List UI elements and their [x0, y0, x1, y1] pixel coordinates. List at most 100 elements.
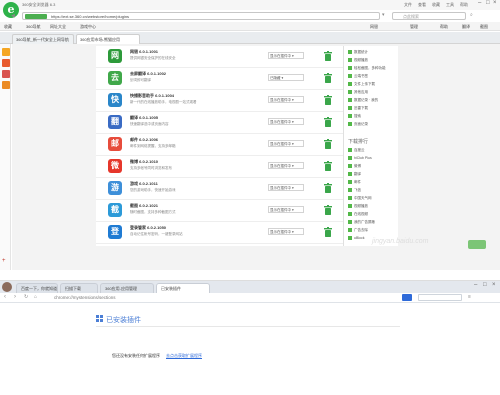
side-section-title: 下载排行 — [348, 139, 369, 145]
tab-360-nav[interactable]: 360导航_新一代安全上网导航 — [12, 34, 74, 44]
side-list-item[interactable]: 搜索 — [348, 114, 361, 120]
bookmark-item[interactable]: 管理 — [410, 24, 418, 30]
menu-file[interactable]: 文件 — [404, 2, 412, 8]
side-rank-item[interactable]: 视频播放 — [348, 204, 368, 210]
maximize-icon[interactable]: □ — [486, 0, 490, 6]
extension-status-select[interactable]: 显示在插件中 ▾ — [268, 184, 304, 191]
extension-status-select[interactable]: 显示在插件中 ▾ — [268, 118, 304, 125]
minimize-icon[interactable]: – — [474, 282, 477, 288]
side-list-item[interactable]: 数据统计 — [348, 50, 368, 56]
bookmark-item[interactable]: 收藏 — [4, 24, 12, 30]
bookmark-item[interactable]: 网址大全 — [50, 24, 66, 30]
side-rank-item[interactable]: 我的广告屏蔽 — [348, 220, 375, 226]
side-rank-item[interactable]: 广告去除 — [348, 228, 368, 234]
side-list-item[interactable]: 轻松截图，多种功能 — [348, 66, 386, 72]
extension-desc: 您的游戏助手，快速开始游戏 — [130, 188, 176, 192]
side-rank-item[interactable]: 翻译 — [348, 172, 361, 178]
side-list-item[interactable]: 云端书签 — [348, 74, 368, 80]
menu-favorites[interactable]: 收藏 — [432, 2, 440, 8]
side-list-item[interactable]: 迅雷下载 — [348, 106, 368, 112]
side-list-item[interactable]: 数据记录 · 我的 — [348, 98, 378, 104]
trash-icon[interactable] — [324, 205, 332, 215]
side-rank-item[interactable]: 百度云 — [348, 148, 365, 154]
menu-tools[interactable]: 工具 — [446, 2, 454, 8]
tab-baidu[interactable]: 百度一下，你就知道 — [16, 283, 58, 293]
side-rank-item[interactable]: hiClub Plus — [348, 156, 372, 162]
extension-status-select[interactable]: 显示在插件中 ▾ — [268, 52, 304, 59]
trash-icon[interactable] — [324, 183, 332, 193]
extension-icon[interactable] — [402, 294, 412, 301]
search-input[interactable] — [418, 294, 462, 301]
left-sidebar: + — [0, 44, 11, 270]
play-icon: 快 — [108, 93, 122, 107]
trash-icon[interactable] — [324, 139, 332, 149]
refresh-icon[interactable]: ▾ — [382, 12, 385, 18]
minimize-icon[interactable]: – — [478, 0, 481, 6]
home-icon[interactable]: ⌂ — [34, 294, 37, 300]
bookmark-item[interactable]: 游戏中心 — [80, 24, 96, 30]
tab-360-app-market[interactable]: 360应用市场-熊猫应用 — [76, 34, 140, 44]
bookmark-item[interactable]: 帮助 — [440, 24, 448, 30]
bookmark-item[interactable]: 网银 — [370, 24, 378, 30]
trash-icon[interactable] — [324, 51, 332, 61]
side-rank-item[interactable]: uBlock — [348, 236, 365, 242]
tab-installed-plugins[interactable]: 已安装插件 — [156, 283, 210, 293]
address-bar-bottom[interactable]: ‹ › ↻ ⌂ chrome://mystensions/sections ≡ — [0, 293, 500, 303]
search-placeholder: 点此搜索 — [403, 14, 419, 19]
add-icon[interactable]: + — [2, 258, 6, 264]
refresh-icon[interactable]: ↻ — [24, 294, 28, 300]
weibo-side-icon[interactable] — [2, 59, 10, 67]
extension-desc: 提供网银安全保护的在线安全 — [130, 56, 176, 60]
extension-status-select[interactable]: 显示在插件中 ▾ — [268, 96, 304, 103]
side-list-item[interactable]: 页面记录 — [348, 122, 368, 128]
side-list-item[interactable]: 视频播放 — [348, 58, 368, 64]
tab-app-manage[interactable]: 360应用-应用管理 — [100, 283, 154, 293]
address-bar[interactable]: https://ext.se.360.cn/webstore/home/plug… — [22, 12, 380, 20]
extension-status-select[interactable]: 显示在插件中 ▾ — [268, 228, 304, 235]
menu-view[interactable]: 查看 — [418, 2, 426, 8]
back-icon[interactable]: ◀ — [11, 13, 15, 19]
avatar[interactable] — [2, 282, 12, 292]
game-side-icon[interactable] — [2, 81, 10, 89]
close-icon[interactable]: × — [493, 0, 497, 6]
side-list-item[interactable]: 其他应用 — [348, 90, 368, 96]
extension-list: 网网银 6.0.1.1001 提供网银安全保护的在线安全 显示在插件中 ▾ 去去屏翻译… — [96, 46, 344, 246]
trash-icon[interactable] — [324, 73, 332, 83]
back-icon[interactable]: ‹ — [4, 294, 6, 300]
window-title: 360安全浏览器 6.3 — [22, 2, 56, 7]
menu-help[interactable]: 帮助 — [460, 2, 468, 8]
forward-icon[interactable]: › — [14, 294, 16, 300]
extension-status-select[interactable]: 显示在插件中 ▾ — [268, 162, 304, 169]
favorites-icon[interactable] — [2, 48, 10, 56]
mail-side-icon[interactable] — [2, 70, 10, 78]
extension-status-select[interactable]: 已隐藏 ▾ — [268, 74, 304, 81]
tab-scan-download[interactable]: 扫描下载 — [60, 283, 98, 293]
bookmark-item[interactable]: 截图 — [480, 24, 488, 30]
side-rank-item[interactable]: 邮件 — [348, 180, 361, 186]
search-icon[interactable]: ⌕ — [470, 12, 473, 18]
maximize-icon[interactable]: □ — [483, 282, 487, 288]
extension-row: 游 游戏 6.0.2.1011 您的游戏助手，快速开始游戏 显示在插件中 ▾ — [96, 178, 344, 200]
trash-icon[interactable] — [324, 95, 332, 105]
side-rank-item[interactable]: 中国天气网 — [348, 196, 372, 202]
divider — [96, 326, 400, 327]
bookmark-item[interactable]: 翻译 — [462, 24, 470, 30]
close-icon[interactable]: × — [492, 282, 496, 288]
search-input[interactable]: 点此搜索 — [392, 12, 466, 20]
trash-icon[interactable] — [324, 117, 332, 127]
extension-name: 邮件 6.0.2.1006 — [130, 137, 159, 142]
side-rank-item[interactable]: 在线视频 — [348, 212, 368, 218]
tab-label: 扫描下载 — [65, 286, 81, 291]
side-rank-item[interactable]: 微博 — [348, 164, 361, 170]
trash-icon[interactable] — [324, 161, 332, 171]
get-extensions-link[interactable]: 去点击获取扩展程序 — [166, 353, 202, 359]
extension-status-select[interactable]: 显示在插件中 ▾ — [268, 206, 304, 213]
bookmark-item[interactable]: 360导航 — [26, 24, 41, 30]
extension-name: 登录管家 6.0.2.1050 — [130, 225, 167, 230]
extension-status-select[interactable]: 显示在插件中 ▾ — [268, 140, 304, 147]
trash-icon[interactable] — [324, 227, 332, 237]
side-rank-item[interactable]: 飞信 — [348, 188, 361, 194]
float-widget[interactable] — [468, 240, 486, 249]
side-list-item[interactable]: 文件上传下载 — [348, 82, 375, 88]
menu-icon[interactable]: ≡ — [468, 294, 471, 300]
